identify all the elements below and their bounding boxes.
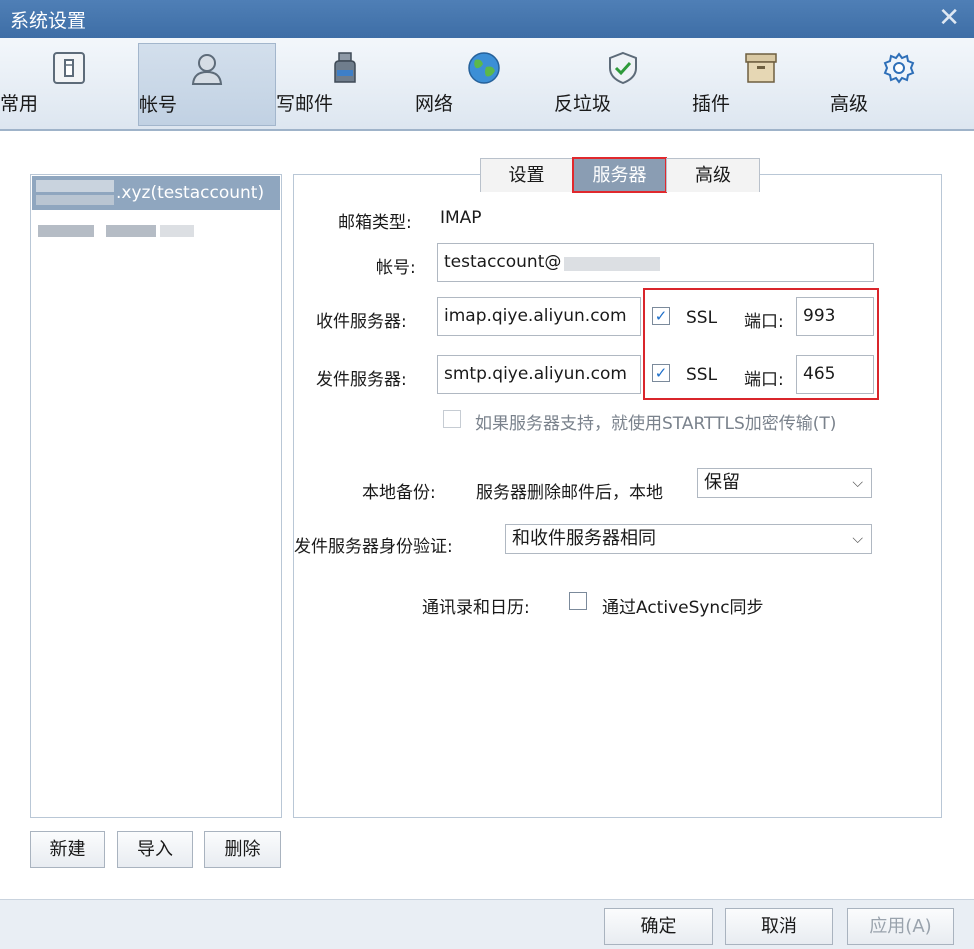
redacted-text	[106, 225, 156, 237]
shield-check-icon	[609, 51, 637, 85]
tab-settings[interactable]: 设置	[480, 158, 573, 192]
incoming-server-label: 收件服务器:	[316, 312, 407, 332]
outgoing-ssl-label: SSL	[686, 365, 718, 385]
title-bar: 系统设置 ✕	[0, 0, 974, 38]
toolbar-item-network[interactable]: 网络	[415, 43, 553, 126]
account-list: .xyz(testaccount)	[30, 174, 282, 818]
outgoing-server-field[interactable]: smtp.qiye.aliyun.com	[437, 355, 641, 394]
mailbox-type-label: 邮箱类型:	[338, 213, 412, 233]
toolbar-item-general[interactable]: 常用	[0, 43, 138, 126]
outgoing-port-label: 端口:	[744, 370, 784, 390]
list-item-account[interactable]	[32, 217, 280, 251]
local-backup-description: 服务器删除邮件后，本地	[476, 483, 663, 503]
toolbar-item-plugins[interactable]: 插件	[692, 43, 830, 126]
toolbar-label: 常用	[0, 93, 39, 115]
list-item-account-selected[interactable]: .xyz(testaccount)	[32, 176, 280, 210]
account-field-value: testaccount@	[444, 252, 562, 272]
toolbar-label: 网络	[415, 93, 454, 115]
new-account-button[interactable]: 新建	[30, 831, 105, 868]
toolbar-label: 写邮件	[276, 93, 334, 115]
toolbar-item-account[interactable]: 帐号	[138, 43, 276, 126]
outgoing-server-label: 发件服务器:	[316, 370, 407, 390]
import-account-button[interactable]: 导入	[117, 831, 193, 868]
dialog-footer: 确定 取消 应用(A)	[0, 899, 974, 949]
delete-account-button[interactable]: 删除	[204, 831, 281, 868]
smtp-auth-select-value: 和收件服务器相同	[512, 528, 656, 549]
globe-icon	[468, 52, 500, 84]
toolbar-item-compose[interactable]: 写邮件	[276, 43, 414, 126]
incoming-ssl-label: SSL	[686, 308, 718, 328]
smtp-auth-select[interactable]: 和收件服务器相同 ⌵	[505, 524, 872, 554]
activesync-label: 通过ActiveSync同步	[602, 598, 764, 618]
starttls-checkbox[interactable]	[443, 410, 461, 428]
tab-server[interactable]: 服务器	[572, 157, 667, 193]
account-label: 帐号:	[376, 258, 416, 278]
cancel-button[interactable]: 取消	[725, 908, 833, 945]
close-icon[interactable]: ✕	[938, 3, 960, 33]
local-backup-select-value: 保留	[704, 472, 740, 493]
toolbar-label: 高级	[830, 93, 869, 115]
outgoing-ssl-checkbox[interactable]: ✓	[652, 364, 670, 382]
ink-bottle-icon	[334, 52, 356, 83]
account-field[interactable]: testaccount@	[437, 243, 874, 282]
chevron-down-icon: ⌵	[852, 475, 863, 491]
toolbar-label: 反垃圾	[554, 93, 612, 115]
mailbox-type-value: IMAP	[440, 208, 482, 228]
outgoing-port-field[interactable]: 465	[796, 355, 874, 394]
toolbar-label: 帐号	[139, 94, 178, 116]
chevron-down-icon: ⌵	[852, 531, 863, 547]
redacted-text	[36, 195, 114, 205]
contacts-calendar-label: 通讯录和日历:	[422, 598, 530, 618]
gear-icon	[883, 52, 915, 84]
user-icon	[191, 54, 223, 85]
starttls-label: 如果服务器支持，就使用STARTTLS加密传输(T)	[475, 414, 837, 434]
window-title: 系统设置	[10, 10, 87, 32]
redacted-text	[564, 257, 660, 271]
local-backup-select[interactable]: 保留 ⌵	[697, 468, 872, 498]
incoming-server-field[interactable]: imap.qiye.aliyun.com	[437, 297, 641, 336]
redacted-text	[160, 225, 194, 237]
category-toolbar: 常用 帐号 写邮件 网络 反垃圾 插件 高级	[0, 38, 974, 131]
tab-advanced[interactable]: 高级	[666, 158, 760, 192]
local-backup-label: 本地备份:	[362, 483, 436, 503]
switch-icon	[53, 52, 85, 84]
ok-button[interactable]: 确定	[604, 908, 713, 945]
toolbar-item-antispam[interactable]: 反垃圾	[554, 43, 692, 126]
incoming-port-label: 端口:	[744, 312, 784, 332]
incoming-port-field[interactable]: 993	[796, 297, 874, 336]
redacted-text	[36, 180, 114, 192]
redacted-text	[38, 225, 94, 237]
toolbar-item-advanced[interactable]: 高级	[830, 43, 968, 126]
toolbar-label: 插件	[692, 93, 731, 115]
apply-button[interactable]: 应用(A)	[847, 908, 954, 945]
incoming-ssl-checkbox[interactable]: ✓	[652, 307, 670, 325]
activesync-checkbox[interactable]	[569, 592, 587, 610]
box-icon	[745, 53, 777, 83]
smtp-auth-label: 发件服务器身份验证:	[294, 537, 453, 557]
account-name: .xyz(testaccount)	[116, 183, 265, 203]
